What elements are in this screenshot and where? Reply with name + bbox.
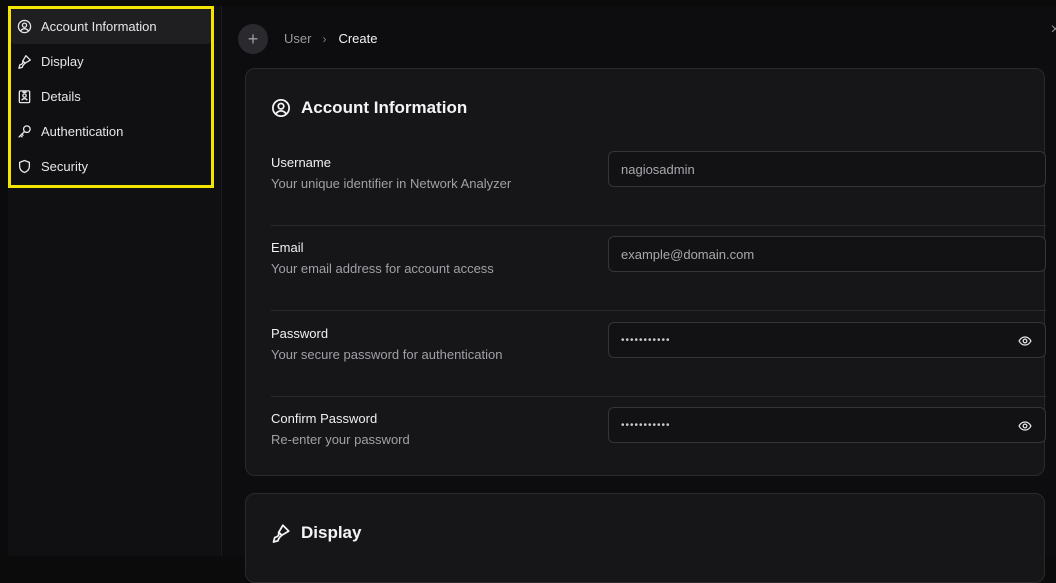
eye-icon[interactable]: [1018, 419, 1032, 433]
sidebar-item-details[interactable]: Details: [11, 79, 211, 114]
password-input[interactable]: [608, 322, 1046, 358]
display-heading: Display: [271, 523, 361, 543]
sidebar: Account Information Display Details Auth…: [8, 6, 222, 556]
user-circle-icon: [17, 19, 32, 34]
breadcrumb: User › Create: [284, 31, 377, 46]
sidebar-item-account-information[interactable]: Account Information: [11, 9, 211, 44]
email-hint: Your email address for account access: [271, 261, 494, 276]
confirm-password-hint: Re-enter your password: [271, 432, 410, 447]
sidebar-item-authentication[interactable]: Authentication: [11, 114, 211, 149]
paintbrush-icon: [271, 523, 291, 543]
sidebar-item-label: Authentication: [41, 124, 124, 139]
confirm-password-label: Confirm Password: [271, 411, 378, 426]
key-icon: [17, 124, 32, 139]
divider: [271, 310, 1046, 311]
main-content: + User › Create × Account Information Us…: [222, 6, 1056, 583]
account-information-heading: Account Information: [271, 98, 467, 118]
confirm-password-input[interactable]: [608, 407, 1046, 443]
breadcrumb-user-link[interactable]: User: [284, 31, 311, 46]
display-card: Display: [245, 493, 1045, 583]
sidebar-nav: Account Information Display Details Auth…: [11, 9, 211, 184]
app-frame: Account Information Display Details Auth…: [8, 6, 1056, 583]
confirm-password-row: Confirm Password Re-enter your password: [271, 397, 1046, 482]
sidebar-item-display[interactable]: Display: [11, 44, 211, 79]
add-button[interactable]: +: [238, 24, 268, 54]
password-row: Password Your secure password for authen…: [271, 312, 1046, 397]
card-title-text: Display: [301, 523, 362, 542]
card-title-text: Account Information: [301, 98, 468, 117]
sidebar-item-security[interactable]: Security: [11, 149, 211, 184]
sidebar-item-label: Display: [41, 54, 84, 69]
email-input[interactable]: [608, 236, 1046, 272]
password-label: Password: [271, 326, 329, 341]
sidebar-item-label: Security: [41, 159, 88, 174]
paintbrush-icon: [17, 54, 32, 69]
chevron-right-icon: ›: [322, 31, 327, 46]
user-circle-icon: [271, 98, 291, 118]
username-row: Username Your unique identifier in Netwo…: [271, 141, 1046, 226]
sidebar-item-label: Account Information: [41, 19, 157, 34]
username-hint: Your unique identifier in Network Analyz…: [271, 176, 512, 191]
username-label: Username: [271, 155, 331, 170]
id-badge-icon: [17, 89, 32, 104]
email-label: Email: [271, 240, 304, 255]
eye-icon[interactable]: [1018, 334, 1032, 348]
email-row: Email Your email address for account acc…: [271, 226, 1046, 311]
shield-icon: [17, 159, 32, 174]
password-hint: Your secure password for authentication: [271, 347, 503, 362]
topbar: + User › Create ×: [222, 6, 1056, 68]
username-input[interactable]: [608, 151, 1046, 187]
close-icon[interactable]: ×: [1051, 21, 1056, 39]
account-information-card: Account Information Username Your unique…: [245, 68, 1046, 476]
sidebar-item-label: Details: [41, 89, 81, 104]
breadcrumb-current: Create: [338, 31, 378, 46]
